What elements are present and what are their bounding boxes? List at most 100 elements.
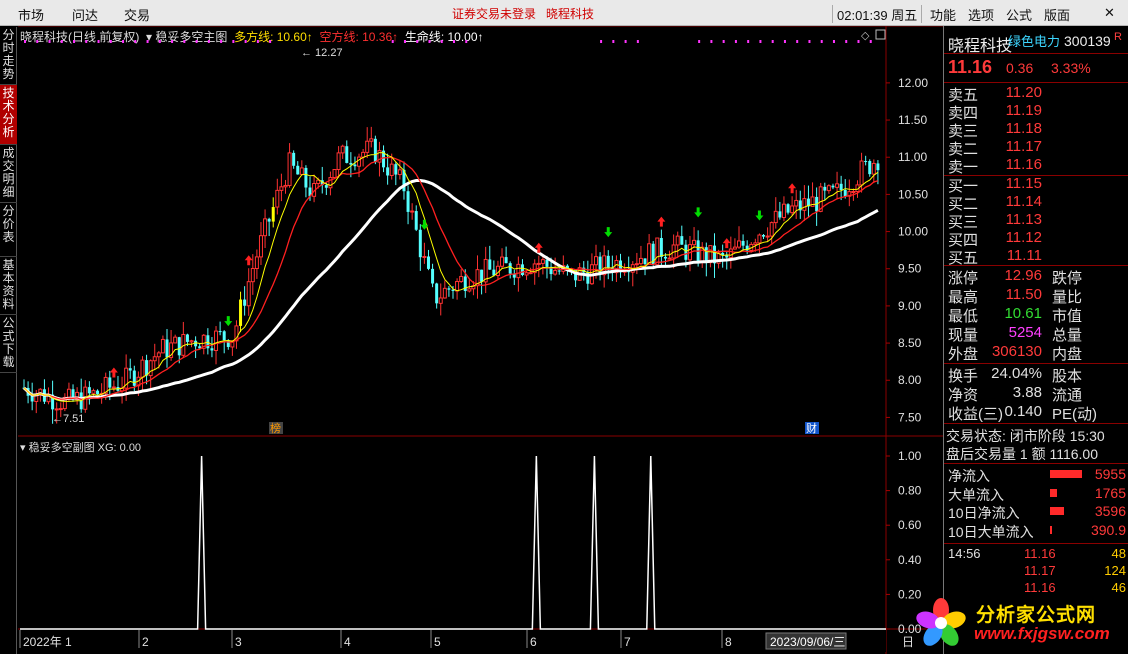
tick-row[interactable]: 11.17 124 (948, 563, 1126, 581)
tick-vol: 46 (1111, 580, 1126, 595)
flow-row: 10日大单流入 390.9 (948, 522, 1126, 540)
price-tick-label: 7.50 (898, 410, 922, 424)
bid-row[interactable]: 买四 11.12 (948, 229, 1126, 249)
tab-formula-download[interactable]: 公式下载 (0, 315, 17, 373)
tab-basic-info[interactable]: 基本资料 (0, 257, 17, 315)
sell-arrow-icon (224, 316, 233, 327)
stat-row: 最低 10.61 市值 (948, 305, 1126, 325)
candle-body (500, 256, 505, 267)
x-tick-label: 6 (530, 635, 537, 649)
stat-value: 24.04% (991, 365, 1042, 382)
close-icon[interactable]: ✕ (1104, 5, 1115, 21)
menu-formula[interactable]: 公式 (1006, 5, 1032, 24)
stat-row: 最高 11.50 量比 (948, 286, 1126, 306)
ask-row[interactable]: 卖四 11.19 (948, 102, 1126, 122)
tab-trade-detail[interactable]: 成交明细 (0, 145, 17, 203)
stat-value: 10.61 (1004, 305, 1042, 322)
signal-dot (624, 40, 627, 43)
signal-dot (759, 40, 762, 43)
bid-price: 11.12 (1005, 229, 1042, 246)
signal-dot (60, 40, 63, 43)
tab-intraday[interactable]: 分时走势 (0, 27, 17, 85)
ask-price: 11.17 (1005, 138, 1042, 155)
candle-body (218, 331, 222, 333)
candle-body (254, 256, 259, 270)
quote-change: 0.36 (1006, 60, 1034, 76)
flow-label: 大单流入 (948, 486, 1004, 503)
candle-body (762, 235, 766, 237)
tab-technical[interactable]: 技术分析 (0, 85, 17, 145)
candle-body (58, 408, 63, 411)
menu-wenda[interactable]: 问达 (72, 5, 98, 24)
ask-row[interactable]: 卖三 11.18 (948, 120, 1126, 140)
candle-body (353, 164, 357, 167)
menu-options[interactable]: 选项 (968, 5, 994, 24)
ask-row[interactable]: 卖二 11.17 (948, 138, 1126, 158)
candle-body (659, 238, 663, 257)
candle-body (365, 140, 370, 153)
candle-body (643, 258, 647, 265)
signal-dot (232, 40, 235, 43)
bid-row[interactable]: 买一 11.15 (948, 175, 1126, 195)
stat-label-2: 跌停 (1052, 270, 1083, 287)
stat-label: 外盘 (948, 346, 979, 363)
candle-body (732, 246, 737, 250)
ask-row[interactable]: 卖一 11.16 (948, 156, 1126, 176)
signal-dot (416, 40, 419, 43)
bid-row[interactable]: 买五 11.11 (948, 247, 1126, 267)
price-tick-label: 8.50 (898, 336, 922, 350)
menu-function[interactable]: 功能 (930, 5, 956, 24)
signal-dot (73, 40, 76, 43)
candle-body (111, 386, 116, 389)
candle-body (786, 204, 790, 213)
candle-body (258, 235, 263, 258)
stat-row: 换手 24.04% 股本 (948, 365, 1126, 385)
candle-body (528, 272, 533, 275)
stat-row: 现量 5254 总量 (948, 324, 1126, 344)
candle-body (410, 210, 415, 213)
menu-market[interactable]: 市场 (18, 5, 44, 24)
menu-layout[interactable]: 版面 (1044, 5, 1070, 24)
stat-label-2: 内盘 (1052, 346, 1083, 363)
candle-body (128, 368, 132, 371)
candle-body (148, 360, 153, 377)
candle-body (504, 257, 508, 264)
signal-dot (832, 40, 835, 43)
tick-time: 14:56 (948, 546, 981, 561)
candle-body (864, 161, 868, 163)
buy-arrow-icon (244, 255, 253, 266)
sub-tick-label: 0.60 (898, 518, 922, 532)
stat-label: 现量 (948, 327, 979, 344)
stat-label: 最高 (948, 289, 979, 306)
ask-label: 卖一 (948, 159, 979, 176)
signal-arrows (24, 40, 872, 378)
buy-arrow-icon (788, 183, 797, 194)
candle-body (177, 337, 181, 356)
event-marker-cai: 财 (806, 421, 817, 435)
candle-body (345, 146, 349, 163)
buy-arrow-icon (657, 216, 666, 227)
window-title: 证券交易未登录 晓程科技 (452, 5, 594, 22)
tick-row[interactable]: 14:56 11.16 48 (948, 546, 1126, 564)
signal-dot (244, 40, 247, 43)
bid-row[interactable]: 买二 11.14 (948, 193, 1126, 213)
signal-dot (857, 40, 860, 43)
signal-dot (808, 40, 811, 43)
candle-body (520, 264, 524, 276)
candle-body (160, 338, 165, 354)
tick-price: 11.17 (1024, 563, 1056, 578)
kline-chart[interactable]: 12.00 11.50 11.00 10.50 10.00 9.50 9.00 8.50 8.0… (18, 26, 943, 654)
bid-row[interactable]: 买三 11.13 (948, 211, 1126, 231)
ask-row[interactable]: 卖五 11.20 (948, 84, 1126, 104)
tab-price-table[interactable]: 分价表 (0, 203, 17, 257)
candle-body (545, 259, 549, 267)
signal-dot (710, 40, 713, 43)
candle-body (680, 236, 684, 245)
candle-body (246, 281, 251, 307)
candle-body (675, 235, 680, 246)
trade-status: 交易状态: 闭市阶段 15:30 (946, 428, 1105, 444)
quote-sector[interactable]: 绿色电力 (1008, 31, 1060, 50)
menu-trade[interactable]: 交易 (124, 5, 150, 24)
candle-body (757, 234, 762, 244)
tick-vol: 48 (1111, 546, 1126, 561)
